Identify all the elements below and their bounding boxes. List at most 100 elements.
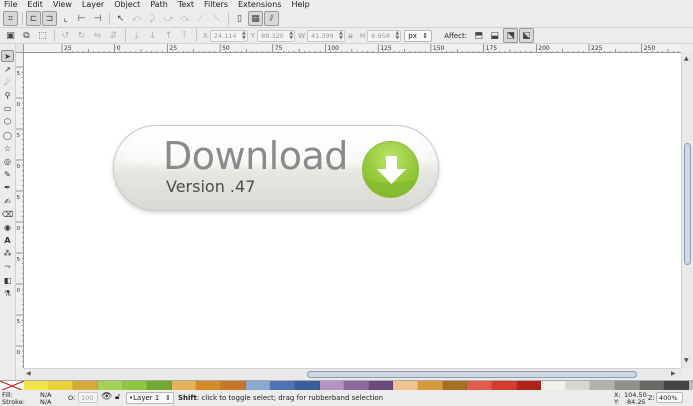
ruler-label: 5	[17, 71, 21, 77]
snap-grid-icon[interactable]: ▦	[248, 11, 263, 26]
snap-bbox-center-icon[interactable]: ⊣	[90, 11, 105, 26]
snap-bbox-midpoint-icon[interactable]: ⊢	[74, 11, 89, 26]
scroll-right-icon[interactable]: ▶	[671, 370, 676, 377]
menu-edit[interactable]: Edit	[27, 0, 43, 10]
snap-toggle-icon[interactable]: ⌗	[3, 11, 18, 26]
scroll-left-icon[interactable]: ◀	[26, 370, 31, 377]
y-field[interactable]: 88.320 ▲ ▼	[257, 29, 296, 42]
lower-bottom-icon[interactable]: ⤓	[129, 28, 144, 43]
horizontal-ruler-ticks: 25 0 25 50 75 100 125 150 175 200 225 250	[61, 44, 679, 52]
flip-v-icon[interactable]: ⇵	[106, 28, 121, 43]
stroke-value[interactable]: N/A	[40, 398, 52, 406]
snap-cusp-icon[interactable]: ⤻	[161, 11, 176, 26]
download-title[interactable]: Download	[163, 134, 348, 178]
affect-gradient-icon[interactable]: ⬔	[503, 28, 519, 43]
selector-tool-icon[interactable]: ➤	[1, 50, 14, 62]
layer-lock-icon[interactable]: 🔓︎	[115, 392, 120, 402]
separator	[54, 29, 55, 42]
horizontal-ruler[interactable]: 25 0 25 50 75 100 125 150 175 200 225 250	[24, 44, 681, 53]
tweak-tool-icon[interactable]: ☄	[1, 76, 14, 88]
visibility-eye-icon[interactable]: 👁︎	[101, 392, 112, 402]
spin-arrows-icon[interactable]: ▲ ▼	[339, 30, 343, 41]
menu-object[interactable]: Object	[114, 0, 140, 10]
ruler-corner	[16, 44, 24, 53]
dropper-tool-icon[interactable]: ⚗	[1, 287, 14, 299]
affect-pattern-icon[interactable]: ⬕	[519, 28, 535, 43]
menu-layer[interactable]: Layer	[82, 0, 104, 10]
ruler-label: 175	[486, 45, 498, 52]
spiral-tool-icon[interactable]: ◎	[1, 156, 14, 168]
layer-select[interactable]: •Layer 1 ⇕	[126, 392, 174, 404]
paint-bucket-icon[interactable]: ◉	[1, 221, 14, 233]
star-tool-icon[interactable]: ☆	[1, 142, 14, 154]
snap-smooth-icon[interactable]: ⤼	[177, 11, 192, 26]
horizontal-scrollbar[interactable]: ◀ ▶	[24, 368, 681, 380]
canvas[interactable]: Download Version .47	[24, 53, 681, 368]
ellipse-tool-icon[interactable]: ◯	[1, 129, 14, 141]
snap-page-icon[interactable]: ▯	[232, 11, 247, 26]
ruler-label: 0	[17, 226, 21, 232]
text-tool-icon[interactable]: A	[1, 235, 14, 247]
snap-intersections-icon[interactable]: ⤸	[145, 11, 160, 26]
snap-guide-icon[interactable]: ⫽	[264, 11, 279, 26]
spin-arrows-icon[interactable]: ▲ ▼	[289, 30, 293, 41]
status-message-key: Shift	[178, 394, 197, 402]
snap-centers-icon[interactable]: ⟍	[209, 11, 224, 26]
gradient-tool-icon[interactable]: ◧	[1, 274, 14, 286]
menu-view[interactable]: View	[53, 0, 72, 10]
menu-file[interactable]: File	[4, 0, 17, 10]
raise-icon[interactable]: ↑	[161, 28, 176, 43]
snap-midpoints-icon[interactable]: ⟋	[193, 11, 208, 26]
eraser-tool-icon[interactable]: ⌫	[1, 208, 14, 220]
zoom-tool-icon[interactable]: ⚲	[1, 90, 14, 102]
vertical-scrollbar[interactable]: ▲ ▼	[681, 53, 693, 368]
vertical-ruler[interactable]: 5 0 5 0 5 0 5 0 5 0	[16, 53, 24, 368]
spin-arrows-icon[interactable]: ▲ ▼	[395, 30, 399, 41]
horizontal-scroll-thumb[interactable]	[307, 371, 637, 378]
select-all-icon[interactable]: ▣	[3, 28, 18, 43]
affect-stroke-icon[interactable]: ⬒	[471, 28, 486, 43]
opacity-value: 100	[81, 393, 94, 402]
node-tool-icon[interactable]: ↗	[1, 63, 14, 75]
connector-tool-icon[interactable]: ⤳	[1, 261, 14, 273]
lower-icon[interactable]: ↓	[145, 28, 160, 43]
deselect-icon[interactable]: ⬚	[35, 28, 50, 43]
lock-icon[interactable]: 🔒︎	[345, 28, 356, 43]
menu-text[interactable]: Text	[178, 0, 194, 10]
rotate-cw-icon[interactable]: ↻	[74, 28, 89, 43]
download-arrow-icon[interactable]	[362, 141, 419, 198]
pencil-tool-icon[interactable]: ✎	[1, 169, 14, 181]
scroll-down-icon[interactable]: ▼	[684, 357, 689, 364]
snap-nodes-icon[interactable]: ↖	[113, 11, 128, 26]
download-button-artwork[interactable]: Download Version .47	[113, 125, 439, 211]
calligraphy-tool-icon[interactable]: ✍	[1, 195, 14, 207]
vertical-scroll-thumb[interactable]	[684, 143, 691, 265]
menu-filters[interactable]: Filters	[204, 0, 228, 10]
rect-tool-icon[interactable]: ▭	[1, 103, 14, 115]
snap-bbox-edge-icon[interactable]: ⊐	[42, 11, 57, 26]
h-field[interactable]: 6.958 ▲ ▼	[367, 29, 402, 42]
affect-corners-icon[interactable]: ⬓	[487, 28, 502, 43]
select-same-icon[interactable]: ⧉	[19, 28, 34, 43]
menu-path[interactable]: Path	[150, 0, 168, 10]
unit-select[interactable]: px ⇕	[404, 29, 433, 42]
snap-bbox-corner-icon[interactable]: ⌞	[58, 11, 73, 26]
rotate-ccw-icon[interactable]: ↺	[58, 28, 73, 43]
pen-tool-icon[interactable]: ✒	[1, 182, 14, 194]
version-label[interactable]: Version .47	[166, 177, 255, 196]
menu-help[interactable]: Help	[291, 0, 309, 10]
x-field[interactable]: 24.114 ▲ ▼	[209, 29, 248, 42]
spray-tool-icon[interactable]: ⁂	[1, 248, 14, 260]
scroll-up-icon[interactable]: ▲	[684, 55, 689, 62]
snap-paths-icon[interactable]: ⤺	[129, 11, 144, 26]
spin-arrows-icon[interactable]: ▲ ▼	[242, 30, 246, 41]
zoom-field[interactable]: 400%	[656, 392, 683, 403]
w-field[interactable]: 41.399 ▲ ▼	[307, 29, 345, 42]
menu-extensions[interactable]: Extensions	[238, 0, 281, 10]
w-label: W	[298, 31, 305, 40]
snap-bbox-icon[interactable]: ⊏	[26, 11, 41, 26]
box3d-tool-icon[interactable]: ⬡	[1, 116, 14, 128]
flip-h-icon[interactable]: ⇋	[90, 28, 105, 43]
raise-top-icon[interactable]: ⤒	[177, 28, 192, 43]
opacity-field[interactable]: 100	[78, 392, 98, 403]
